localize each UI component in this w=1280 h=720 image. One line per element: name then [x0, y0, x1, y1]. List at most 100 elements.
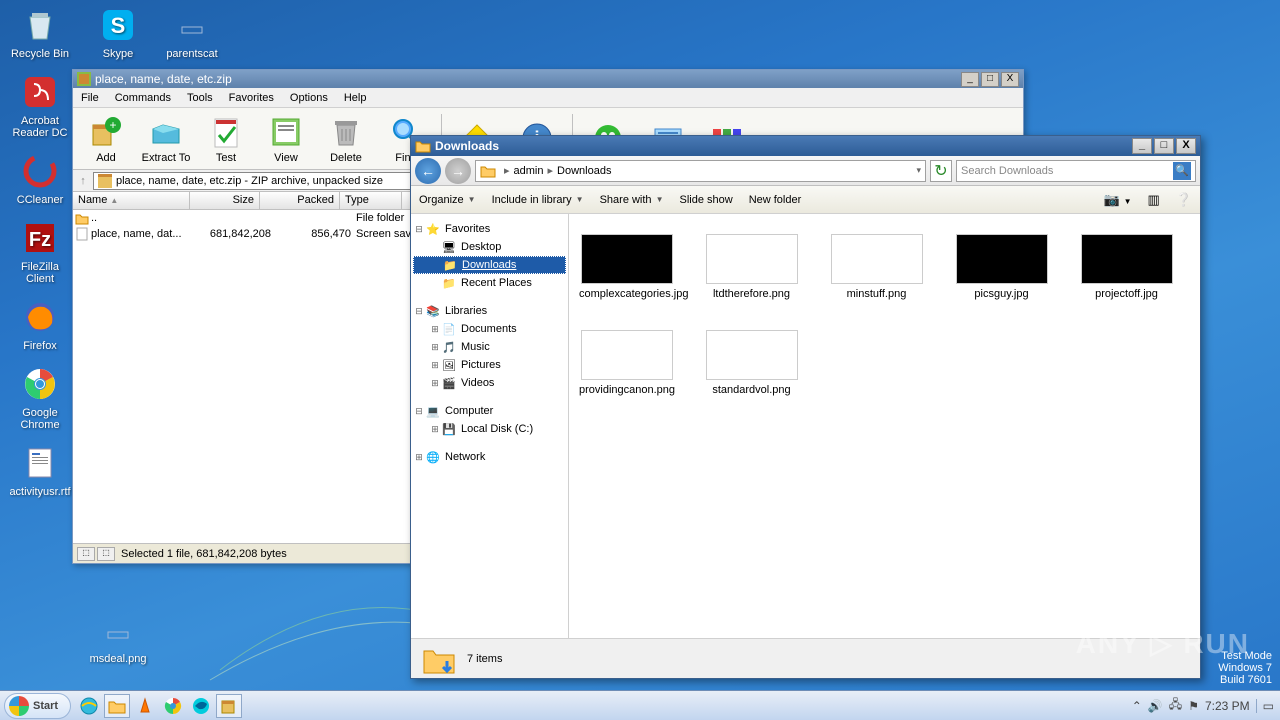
status-text: Selected 1 file, 681,842,208 bytes: [121, 548, 287, 560]
file-thumb[interactable]: projectoff.jpg: [1079, 234, 1174, 300]
nav-videos[interactable]: ⊞🎬Videos: [413, 374, 566, 392]
desktop-rtf-file[interactable]: activityusr.rtf: [8, 443, 72, 498]
winrar-title: place, name, date, etc.zip: [95, 72, 232, 86]
nav-computer[interactable]: ⊟💻Computer: [413, 402, 566, 420]
status-icon[interactable]: ⬚: [77, 547, 95, 561]
cmd-newfolder[interactable]: New folder: [749, 194, 802, 206]
file-thumb[interactable]: minstuff.png: [829, 234, 924, 300]
tool-add[interactable]: +Add: [77, 114, 135, 164]
desktop-skype[interactable]: SSkype: [86, 5, 150, 60]
minimize-button[interactable]: _: [961, 72, 979, 87]
disk-icon: 💾: [441, 421, 457, 437]
tray-network-icon[interactable]: 🖧: [1169, 695, 1182, 716]
tray-chevron-icon[interactable]: ⌃: [1132, 699, 1142, 713]
maximize-button[interactable]: □: [1154, 138, 1174, 154]
nav-pane: ⊟⭐Favorites 🖥Desktop 📁Downloads 📁Recent …: [411, 214, 569, 638]
folder-up-icon: [75, 211, 89, 225]
nav-favorites[interactable]: ⊟⭐Favorites: [413, 220, 566, 238]
header-name[interactable]: Name ▲: [73, 192, 190, 209]
desktop-recycle-bin[interactable]: Recycle Bin: [8, 5, 72, 60]
tray-show-desktop[interactable]: ▭: [1256, 699, 1274, 713]
explorer-titlebar[interactable]: Downloads _ □ X: [411, 136, 1200, 156]
pictures-icon: 🖼: [441, 357, 457, 373]
task-explorer[interactable]: [104, 694, 130, 718]
forward-button[interactable]: →: [445, 158, 471, 184]
nav-libraries[interactable]: ⊟📚Libraries: [413, 302, 566, 320]
desktop-icon-label: FileZilla Client: [21, 261, 59, 285]
desktop-filezilla[interactable]: FzFileZilla Client: [8, 218, 72, 285]
desktop-icon-label: parentscat: [166, 48, 217, 60]
nav-documents[interactable]: ⊞📄Documents: [413, 320, 566, 338]
start-button[interactable]: Start: [4, 693, 71, 719]
desktop-folder-parentscat[interactable]: parentscat: [160, 5, 224, 60]
cmd-include[interactable]: Include in library▼: [492, 194, 584, 206]
files-pane[interactable]: complexcategories.jpg ltdtherefore.png m…: [569, 214, 1200, 638]
preview-button[interactable]: ▥: [1148, 192, 1160, 208]
breadcrumb[interactable]: ▸ admin ▸ Downloads ▾: [475, 160, 926, 182]
file-thumb[interactable]: standardvol.png: [704, 330, 799, 396]
menu-favorites[interactable]: Favorites: [221, 92, 282, 104]
view-button[interactable]: 📷 ▼: [1104, 192, 1132, 208]
menu-commands[interactable]: Commands: [107, 92, 179, 104]
file-thumb[interactable]: ltdtherefore.png: [704, 234, 799, 300]
file-name: providingcanon.png: [579, 384, 675, 396]
nav-localdisk[interactable]: ⊞💾Local Disk (C:): [413, 420, 566, 438]
desktop-ccleaner[interactable]: CCleaner: [8, 151, 72, 206]
tray-clock[interactable]: 7:23 PM: [1205, 699, 1250, 713]
nav-pictures[interactable]: ⊞🖼Pictures: [413, 356, 566, 374]
menu-file[interactable]: File: [73, 92, 107, 104]
file-name: picsguy.jpg: [974, 288, 1028, 300]
help-button[interactable]: ❔: [1176, 192, 1192, 208]
winrar-titlebar[interactable]: place, name, date, etc.zip _ □ X: [73, 70, 1023, 88]
tool-view[interactable]: View: [257, 114, 315, 164]
music-icon: 🎵: [441, 339, 457, 355]
nav-desktop[interactable]: 🖥Desktop: [413, 238, 566, 256]
file-thumb[interactable]: complexcategories.jpg: [579, 234, 674, 300]
menu-tools[interactable]: Tools: [179, 92, 221, 104]
tray-flag-icon[interactable]: ⚑: [1188, 699, 1199, 713]
task-ie[interactable]: [76, 694, 102, 718]
nav-network[interactable]: ⊞🌐Network: [413, 448, 566, 466]
desktop-chrome[interactable]: Google Chrome: [8, 364, 72, 431]
search-input[interactable]: Search Downloads 🔍: [956, 160, 1196, 182]
file-thumb[interactable]: picsguy.jpg: [954, 234, 1049, 300]
desktop-firefox[interactable]: Firefox: [8, 297, 72, 352]
folder-icon: [415, 138, 431, 154]
search-icon[interactable]: 🔍: [1173, 162, 1191, 180]
header-packed[interactable]: Packed: [260, 192, 340, 209]
up-button[interactable]: ↑: [73, 175, 93, 187]
nav-recent[interactable]: 📁Recent Places: [413, 274, 566, 292]
menu-help[interactable]: Help: [336, 92, 375, 104]
desktop-icon-label: Google Chrome: [20, 407, 59, 431]
nav-downloads[interactable]: 📁Downloads: [413, 256, 566, 274]
cmd-slideshow[interactable]: Slide show: [679, 194, 732, 206]
minimize-button[interactable]: _: [1132, 138, 1152, 154]
tray-volume-icon[interactable]: 🔊: [1148, 699, 1163, 713]
recent-icon: 📁: [441, 275, 457, 291]
maximize-button[interactable]: □: [981, 72, 999, 87]
status-icon[interactable]: ⬚: [97, 547, 115, 561]
cmd-share[interactable]: Share with▼: [600, 194, 664, 206]
header-type[interactable]: Type: [340, 192, 402, 209]
header-size[interactable]: Size: [190, 192, 260, 209]
system-tray: ⌃ 🔊 🖧 ⚑ 7:23 PM ▭: [1126, 695, 1280, 716]
crumb[interactable]: admin: [514, 165, 544, 177]
tool-delete[interactable]: Delete: [317, 114, 375, 164]
close-button[interactable]: X: [1176, 138, 1196, 154]
task-edge[interactable]: [188, 694, 214, 718]
cmd-organize[interactable]: Organize▼: [419, 194, 476, 206]
back-button[interactable]: ←: [415, 158, 441, 184]
nav-music[interactable]: ⊞🎵Music: [413, 338, 566, 356]
tool-extract[interactable]: Extract To: [137, 114, 195, 164]
tool-test[interactable]: Test: [197, 114, 255, 164]
desktop-acrobat[interactable]: Acrobat Reader DC: [8, 72, 72, 139]
close-button[interactable]: X: [1001, 72, 1019, 87]
refresh-button[interactable]: ↻: [930, 160, 952, 182]
crumb[interactable]: Downloads: [557, 165, 611, 177]
menu-options[interactable]: Options: [282, 92, 336, 104]
task-winrar[interactable]: [216, 694, 242, 718]
task-vlc[interactable]: [132, 694, 158, 718]
desktop-png-file[interactable]: msdeal.png: [86, 610, 150, 665]
task-chrome[interactable]: [160, 694, 186, 718]
file-thumb[interactable]: providingcanon.png: [579, 330, 674, 396]
